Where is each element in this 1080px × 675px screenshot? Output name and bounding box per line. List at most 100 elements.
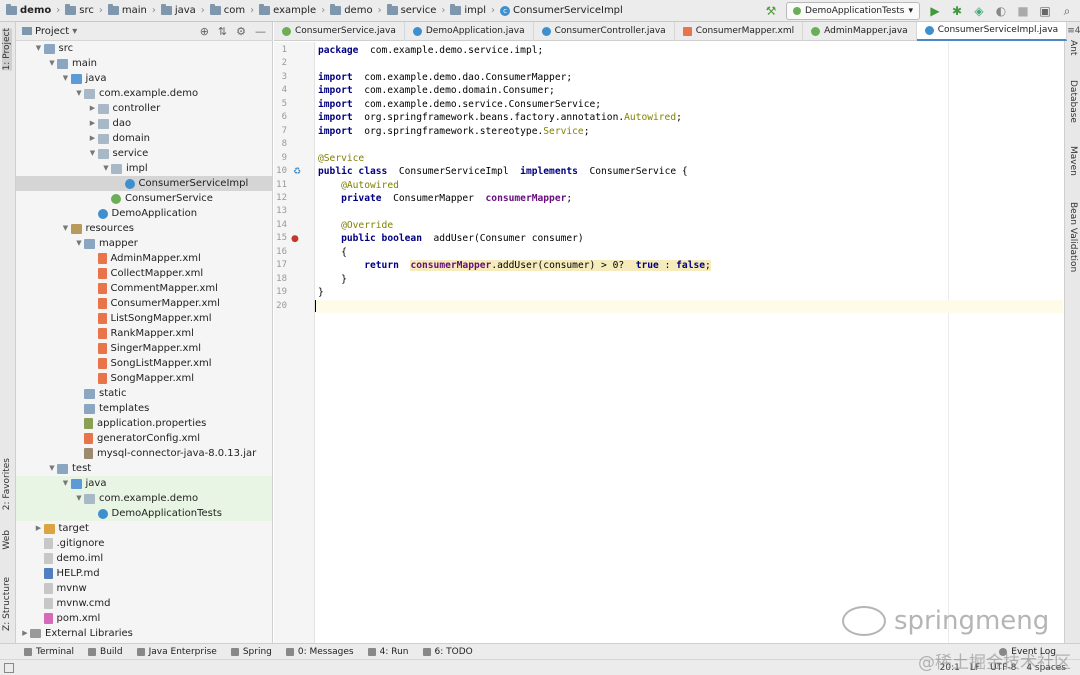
tree-node[interactable]: ▼ com.example.demo	[16, 86, 272, 101]
tree-node[interactable]: demo.iml	[16, 551, 272, 566]
breadcrumb-item[interactable]: main	[107, 4, 147, 16]
breadcrumb-item[interactable]: demo	[6, 4, 51, 16]
expand-arrow-icon[interactable]: ▼	[61, 476, 71, 491]
tree-node[interactable]: templates	[16, 401, 272, 416]
web-tool-tab[interactable]: Web	[2, 530, 12, 550]
tree-node[interactable]: CommentMapper.xml	[16, 281, 272, 296]
ant-tool-tab[interactable]: Ant	[1068, 40, 1078, 55]
tree-node[interactable]: ▶ controller	[16, 101, 272, 116]
editor-tab[interactable]: ConsumerMapper.xml	[675, 21, 804, 41]
bean-validation-tool-tab[interactable]: Bean Validation	[1068, 202, 1078, 272]
search-icon[interactable]: ⌕	[1060, 4, 1074, 18]
tree-node[interactable]: HELP.md	[16, 566, 272, 581]
tree-node[interactable]: mvnw.cmd	[16, 596, 272, 611]
collapse-all-icon[interactable]: ⇅	[218, 25, 227, 38]
project-tool-tab[interactable]: 1: Project	[2, 28, 12, 71]
expand-arrow-icon[interactable]: ▼	[61, 221, 71, 236]
tree-node[interactable]: ▼ impl	[16, 161, 272, 176]
bean-gutter-icon[interactable]: ♻	[293, 167, 301, 177]
bottom-tool-button[interactable]: 6: TODO	[422, 647, 473, 657]
profile-icon[interactable]: ◐	[994, 4, 1008, 18]
hammer-icon[interactable]: ⚒	[764, 4, 778, 18]
override-gutter-icon[interactable]: ●	[291, 234, 299, 244]
expand-arrow-icon[interactable]: ▼	[47, 56, 57, 71]
tree-node[interactable]: ConsumerService	[16, 191, 272, 206]
expand-arrow-icon[interactable]: ▼	[101, 161, 111, 176]
collapsed-arrow-icon[interactable]: ▶	[88, 131, 98, 146]
expand-arrow-icon[interactable]: ▼	[74, 86, 84, 101]
tree-node[interactable]: ListSongMapper.xml	[16, 311, 272, 326]
tree-node[interactable]: mysql-connector-java-8.0.13.jar	[16, 446, 272, 461]
tree-node[interactable]: ▼ src	[16, 41, 272, 56]
tree-node[interactable]: ▼ java	[16, 71, 272, 86]
tree-node[interactable]: pom.xml	[16, 611, 272, 626]
tree-node[interactable]: CollectMapper.xml	[16, 266, 272, 281]
bottom-tool-button[interactable]: Spring	[230, 647, 272, 657]
structure-tool-tab[interactable]: Z: Structure	[2, 577, 12, 631]
tree-node[interactable]: DemoApplication	[16, 206, 272, 221]
collapsed-arrow-icon[interactable]: ▶	[88, 116, 98, 131]
breadcrumb-item[interactable]: c ConsumerServiceImpl	[500, 5, 623, 16]
tree-node[interactable]: application.properties	[16, 416, 272, 431]
editor-tab[interactable]: DemoApplication.java	[405, 21, 534, 41]
tree-node[interactable]: generatorConfig.xml	[16, 431, 272, 446]
breadcrumb-item[interactable]: service	[386, 4, 436, 16]
collapsed-arrow-icon[interactable]: ▶	[34, 521, 44, 536]
tree-node[interactable]: AdminMapper.xml	[16, 251, 272, 266]
tree-node[interactable]: ConsumerMapper.xml	[16, 296, 272, 311]
locate-icon[interactable]: ⊕	[200, 25, 209, 38]
database-tool-tab[interactable]: Database	[1068, 80, 1078, 123]
tree-node[interactable]: static	[16, 386, 272, 401]
tree-node[interactable]: ▶ domain	[16, 131, 272, 146]
bottom-tool-button[interactable]: 4: Run	[367, 647, 409, 657]
tree-node[interactable]: SingerMapper.xml	[16, 341, 272, 356]
favorites-tool-tab[interactable]: 2: Favorites	[2, 458, 12, 510]
run-icon[interactable]: ▶	[928, 4, 942, 18]
expand-arrow-icon[interactable]: ▼	[34, 41, 44, 56]
tree-node[interactable]: DemoApplicationTests	[16, 506, 272, 521]
tree-node[interactable]: ▼ java	[16, 476, 272, 491]
tree-node[interactable]: ▼ service	[16, 146, 272, 161]
tree-node[interactable]: ▼ mapper	[16, 236, 272, 251]
gear-icon[interactable]: ⚙	[236, 25, 246, 38]
tool-windows-toggle-icon[interactable]	[4, 662, 14, 673]
breadcrumb-item[interactable]: demo	[330, 4, 373, 16]
editor-tab[interactable]: ConsumerServiceImpl.java	[916, 21, 1068, 41]
tree-node[interactable]: SongListMapper.xml	[16, 356, 272, 371]
tree-node[interactable]: ▼ main	[16, 56, 272, 71]
project-structure-icon[interactable]: ▣	[1038, 4, 1052, 18]
tree-node[interactable]: SongMapper.xml	[16, 371, 272, 386]
expand-arrow-icon[interactable]: ▼	[74, 491, 84, 506]
tree-node[interactable]: ▼ com.example.demo	[16, 491, 272, 506]
breadcrumb-item[interactable]: com	[209, 4, 245, 16]
tree-node[interactable]: ▼ resources	[16, 221, 272, 236]
bottom-tool-button[interactable]: Java Enterprise	[136, 647, 217, 657]
expand-arrow-icon[interactable]: ▼	[61, 71, 71, 86]
code-editor[interactable]: package com.example.demo.service.impl; im…	[315, 42, 1063, 643]
expand-arrow-icon[interactable]: ▼	[74, 236, 84, 251]
collapsed-arrow-icon[interactable]: ▶	[88, 101, 98, 116]
tree-node[interactable]: mvnw	[16, 581, 272, 596]
expand-arrow-icon[interactable]: ▼	[47, 461, 57, 476]
stop-icon[interactable]: ■	[1016, 4, 1030, 18]
tree-node[interactable]: ▶ External Libraries	[16, 626, 272, 641]
tree-node[interactable]: ▼ test	[16, 461, 272, 476]
expand-arrow-icon[interactable]: ▼	[88, 146, 98, 161]
breadcrumb-item[interactable]: java	[160, 4, 196, 16]
tree-node[interactable]: ▶ target	[16, 521, 272, 536]
breadcrumb-item[interactable]: impl	[450, 4, 486, 16]
collapsed-arrow-icon[interactable]: ▶	[20, 626, 30, 641]
tree-node[interactable]: RankMapper.xml	[16, 326, 272, 341]
bottom-tool-button[interactable]: Terminal	[24, 647, 74, 657]
bottom-tool-button[interactable]: Build	[88, 647, 123, 657]
tree-node[interactable]: .gitignore	[16, 536, 272, 551]
debug-icon[interactable]: ✱	[950, 4, 964, 18]
tree-node[interactable]: ConsumerServiceImpl	[16, 176, 272, 191]
breadcrumb-item[interactable]: src	[65, 4, 94, 16]
tab-overflow-button[interactable]: ≡4	[1067, 26, 1080, 36]
run-configuration-select[interactable]: DemoApplicationTests ▾	[786, 2, 920, 20]
maven-tool-tab[interactable]: Maven	[1068, 146, 1078, 176]
editor-tab[interactable]: ConsumerService.java	[274, 21, 405, 41]
coverage-icon[interactable]: ◈	[972, 4, 986, 18]
project-view-select[interactable]: Project ▾	[22, 26, 77, 37]
